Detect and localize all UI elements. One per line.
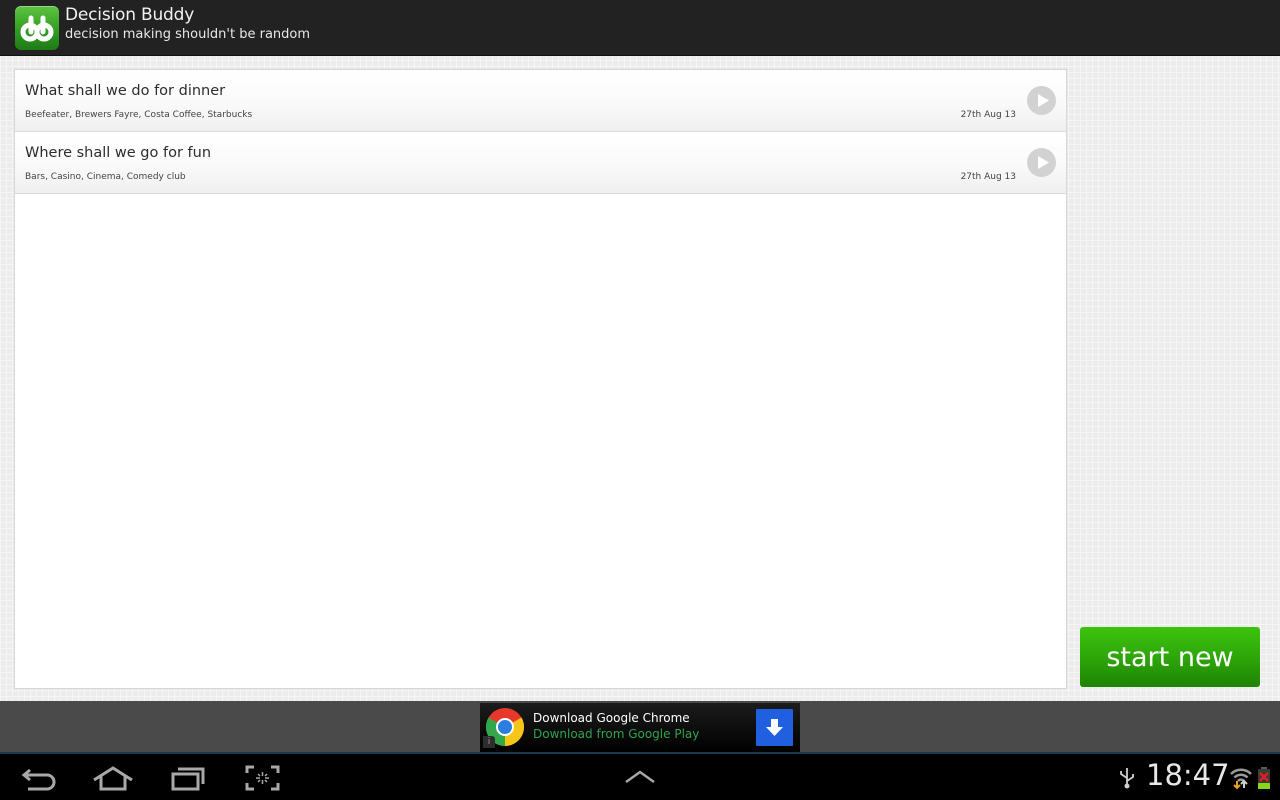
status-clock: 18:47 [1146, 758, 1230, 792]
play-icon [1038, 156, 1049, 169]
usb-icon [1120, 768, 1134, 789]
recent-apps-icon[interactable] [170, 764, 206, 792]
decision-title: Where shall we go for fun [25, 145, 212, 161]
list-item[interactable]: What shall we do for dinner Beefeater, B… [15, 70, 1066, 132]
home-icon[interactable] [92, 764, 134, 792]
ad-banner-strip: i Download Google Chrome Download from G… [0, 701, 1280, 752]
chevron-up-icon[interactable] [624, 768, 656, 786]
decision-date: 27th Aug 13 [960, 110, 1016, 120]
play-button[interactable] [1027, 86, 1056, 115]
download-arrow-icon [766, 719, 783, 736]
ad-banner[interactable]: i Download Google Chrome Download from G… [480, 703, 800, 752]
decision-options: Beefeater, Brewers Fayre, Costa Coffee, … [25, 110, 253, 120]
decision-list: What shall we do for dinner Beefeater, B… [14, 69, 1067, 689]
battery-icon [1258, 767, 1270, 789]
back-icon[interactable] [20, 764, 58, 792]
ad-subtitle: Download from Google Play [533, 727, 700, 741]
db-logo-icon[interactable] [15, 6, 59, 50]
app-title: Decision Buddy [65, 5, 195, 25]
ad-info-icon[interactable]: i [483, 736, 495, 748]
screenshot-icon[interactable] [245, 764, 280, 792]
list-item[interactable]: Where shall we go for fun Bars, Casino, … [15, 132, 1066, 194]
ad-title: Download Google Chrome [533, 711, 690, 725]
play-button[interactable] [1027, 148, 1056, 177]
system-nav-bar: 18:47 [0, 752, 1280, 800]
app-subtitle: decision making shouldn't be random [65, 27, 311, 42]
decision-date: 27th Aug 13 [960, 172, 1016, 182]
action-bar: Decision Buddy decision making shouldn't… [0, 0, 1280, 56]
play-icon [1038, 94, 1049, 107]
wifi-icon [1230, 768, 1252, 790]
decision-title: What shall we do for dinner [25, 83, 226, 99]
start-new-button[interactable]: start new [1080, 627, 1260, 687]
ad-download-button[interactable] [756, 709, 793, 746]
decision-options: Bars, Casino, Cinema, Comedy club [25, 172, 186, 182]
